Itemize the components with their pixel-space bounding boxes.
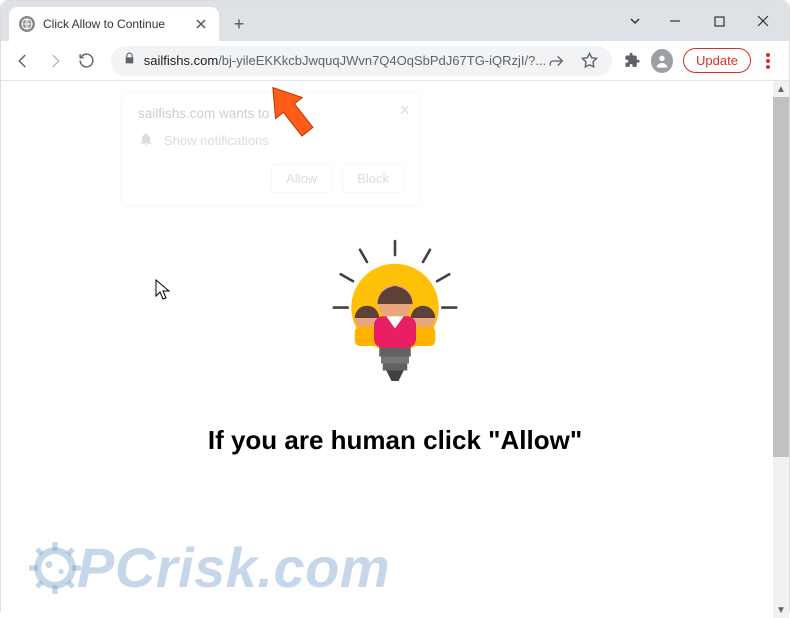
- close-icon[interactable]: ×: [399, 100, 410, 121]
- menu-icon[interactable]: [755, 53, 781, 69]
- tab-close-icon[interactable]: [193, 16, 209, 32]
- scroll-down-icon[interactable]: ▼: [773, 602, 789, 618]
- back-button[interactable]: [9, 46, 37, 76]
- toolbar: sailfishs.com/bj-yileEKKkcbJwquqJWvn7Q4O…: [1, 41, 789, 81]
- forward-button[interactable]: [41, 46, 69, 76]
- watermark: PCrisk.com: [29, 535, 390, 600]
- tab-dropdown-icon[interactable]: [617, 6, 653, 36]
- block-button[interactable]: Block: [342, 164, 404, 193]
- page-content: × sailfishs.com wants to Show notificati…: [1, 81, 789, 618]
- window-controls: [617, 1, 789, 41]
- globe-icon: [19, 16, 35, 32]
- allow-button[interactable]: Allow: [271, 164, 332, 193]
- share-icon[interactable]: [546, 50, 568, 72]
- reload-button[interactable]: [73, 46, 101, 76]
- extensions-icon[interactable]: [622, 50, 642, 72]
- gear-icon: [29, 542, 81, 594]
- notification-prompt: × sailfishs.com wants to Show notificati…: [121, 91, 421, 206]
- update-button[interactable]: Update: [683, 48, 751, 73]
- url-text: sailfishs.com/bj-yileEKKkcbJwquqJWvn7Q4O…: [144, 53, 546, 68]
- titlebar: Click Allow to Continue +: [1, 1, 789, 41]
- lightbulb-icon: [325, 233, 465, 403]
- notification-permission: Show notifications: [164, 133, 269, 148]
- bookmark-star-icon[interactable]: [578, 50, 600, 72]
- browser-tab[interactable]: Click Allow to Continue: [9, 7, 219, 41]
- tab-title: Click Allow to Continue: [43, 17, 193, 31]
- scroll-thumb[interactable]: [773, 97, 789, 457]
- address-bar[interactable]: sailfishs.com/bj-yileEKKkcbJwquqJWvn7Q4O…: [111, 46, 612, 76]
- notification-origin: sailfishs.com wants to: [138, 106, 404, 121]
- bell-icon: [138, 131, 154, 150]
- profile-avatar[interactable]: [651, 49, 673, 73]
- watermark-text: PCrisk.com: [77, 535, 390, 600]
- page-headline: If you are human click "Allow": [208, 425, 582, 456]
- minimize-button[interactable]: [653, 6, 697, 36]
- lock-icon: [123, 52, 136, 70]
- new-tab-button[interactable]: +: [225, 10, 253, 38]
- close-button[interactable]: [741, 6, 785, 36]
- lightbulb-illustration: [325, 233, 465, 408]
- vertical-scrollbar[interactable]: ▲ ▼: [773, 81, 789, 618]
- scroll-up-icon[interactable]: ▲: [773, 81, 789, 97]
- maximize-button[interactable]: [697, 6, 741, 36]
